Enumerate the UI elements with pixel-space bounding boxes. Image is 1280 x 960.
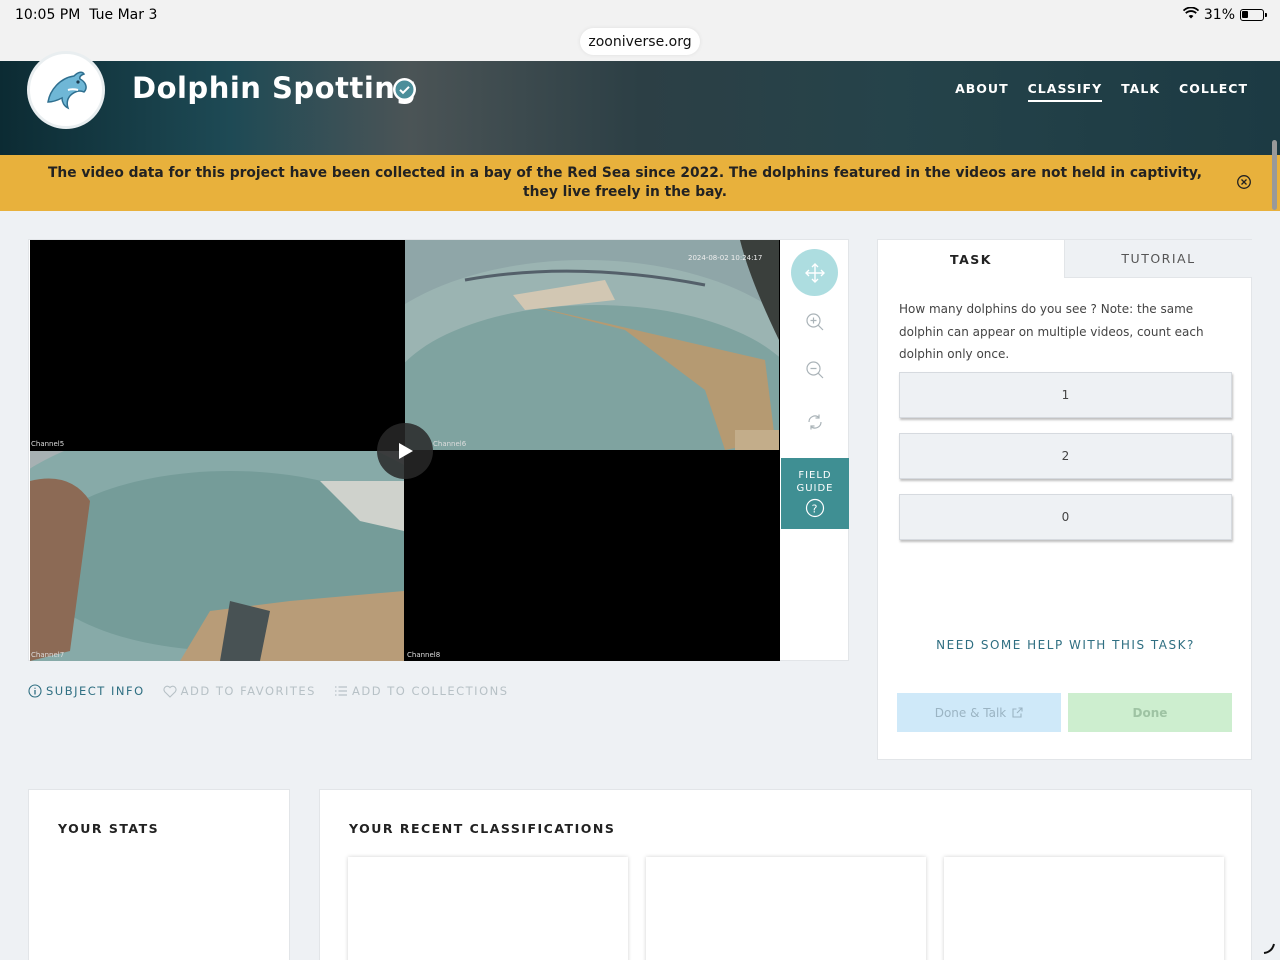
page-scrollbar[interactable] <box>1272 140 1277 210</box>
stats-card: YOUR STATS <box>28 789 290 960</box>
nav-talk[interactable]: TALK <box>1121 81 1160 102</box>
zoom-out-button[interactable] <box>791 346 838 393</box>
channel-label: Channel6 <box>433 440 467 448</box>
move-icon <box>804 262 825 283</box>
done-and-talk-button[interactable]: Done & Talk <box>897 693 1061 732</box>
status-bar: 10:05 PM Tue Mar 3 31% zooniverse.org <box>0 0 1280 61</box>
field-guide-label: FIELD GUIDE <box>796 470 834 494</box>
stats-title: YOUR STATS <box>58 821 160 836</box>
channel-label: Channel7 <box>31 651 65 659</box>
announcement-banner: The video data for this project have bee… <box>0 155 1280 211</box>
svg-text:?: ? <box>812 502 819 515</box>
task-panel: TASK TUTORIAL How many dolphins do you s… <box>877 239 1252 760</box>
subject-meta-links: SUBJECT INFO ADD TO FAVORITES ADD TO COL… <box>28 684 509 698</box>
address-bar[interactable]: zooniverse.org <box>580 28 700 55</box>
recent-classifications-card: YOUR RECENT CLASSIFICATIONS <box>319 789 1252 960</box>
add-collections-button[interactable]: ADD TO COLLECTIONS <box>334 684 509 698</box>
wifi-icon <box>1182 6 1200 23</box>
battery-icon <box>1240 9 1267 21</box>
list-icon <box>335 686 347 696</box>
answer-option[interactable]: 2 <box>899 433 1232 479</box>
close-icon[interactable] <box>1236 174 1252 194</box>
add-favorites-button[interactable]: ADD TO FAVORITES <box>163 684 316 698</box>
project-header: Dolphin Spotting ABOUT CLASSIFY TALK COL… <box>0 51 1280 155</box>
play-icon <box>399 443 413 459</box>
zoom-out-icon <box>805 360 823 378</box>
subject-info-button[interactable]: SUBJECT INFO <box>28 684 145 698</box>
answer-option[interactable]: 0 <box>899 494 1232 540</box>
channel-8-view: Channel8 <box>405 451 779 661</box>
status-time: 10:05 PM Tue Mar 3 <box>15 7 158 23</box>
info-icon <box>28 684 42 698</box>
project-title[interactable]: Dolphin Spotting <box>132 71 417 105</box>
field-guide-button[interactable]: FIELD GUIDE ? <box>781 458 849 529</box>
dolphin-logo-icon <box>47 71 87 110</box>
recent-classification-item[interactable] <box>646 857 926 960</box>
tab-task[interactable]: TASK <box>878 240 1064 278</box>
channel-7-view: Channel7 <box>30 451 404 661</box>
external-link-icon <box>1012 707 1023 718</box>
tab-tutorial[interactable]: TUTORIAL <box>1064 240 1252 278</box>
recent-classification-item[interactable] <box>348 857 628 960</box>
recent-title: YOUR RECENT CLASSIFICATIONS <box>349 821 616 836</box>
nav-about[interactable]: ABOUT <box>955 81 1009 102</box>
zoom-in-icon <box>805 312 823 330</box>
rotate-icon <box>807 414 822 429</box>
play-button[interactable] <box>377 423 433 479</box>
nav-collect[interactable]: COLLECT <box>1179 81 1248 102</box>
viewer-toolbar <box>781 240 848 458</box>
project-avatar[interactable] <box>27 51 105 129</box>
heart-icon <box>163 685 177 698</box>
announcement-text: The video data for this project have bee… <box>47 165 1203 200</box>
nav-classify[interactable]: CLASSIFY <box>1027 81 1103 102</box>
timestamp-label: 2024-08-02 10:24:17 <box>688 254 762 262</box>
resize-corner-icon <box>1262 940 1276 959</box>
reset-rotate-button[interactable] <box>791 398 838 445</box>
done-button[interactable]: Done <box>1068 693 1232 732</box>
project-nav: ABOUT CLASSIFY TALK COLLECT <box>955 81 1248 102</box>
task-help-link[interactable]: NEED SOME HELP WITH THIS TASK? <box>878 638 1253 652</box>
check-circle-icon <box>393 78 416 101</box>
status-indicators: 31% <box>1182 6 1267 23</box>
channel-label: Channel5 <box>31 440 65 448</box>
question-circle-icon: ? <box>805 498 825 518</box>
answer-option[interactable]: 1 <box>899 372 1232 418</box>
channel-6-view: 2024-08-02 10:24:17 Channel6 <box>405 240 779 450</box>
channel-5-view: Channel5 <box>30 240 404 450</box>
zoom-in-button[interactable] <box>791 298 838 345</box>
battery-percent: 31% <box>1203 7 1235 23</box>
move-tool-button[interactable] <box>791 249 838 296</box>
task-question: How many dolphins do you see ? Note: the… <box>899 302 1204 361</box>
recent-classification-item[interactable] <box>944 857 1224 960</box>
channel-label: Channel8 <box>407 651 441 659</box>
